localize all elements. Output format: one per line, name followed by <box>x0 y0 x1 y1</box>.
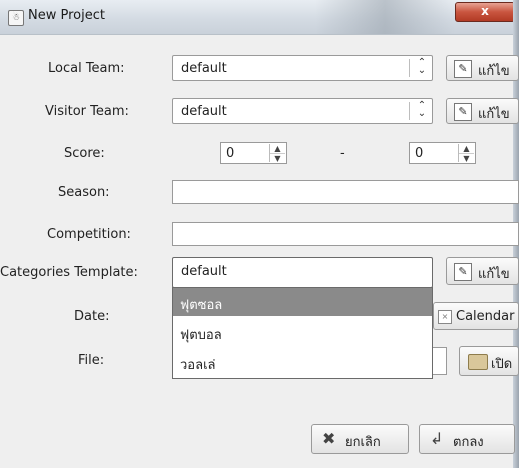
date-label: Date: <box>74 309 110 324</box>
visitor-team-label: Visitor Team: <box>45 104 129 119</box>
season-label: Season: <box>58 185 110 200</box>
local-score-value: 0 <box>226 146 235 161</box>
cancel-icon: ✖ <box>322 429 336 448</box>
season-input[interactable] <box>172 180 519 204</box>
local-team-edit-button[interactable]: ✎ แก้ไข <box>446 55 519 81</box>
cancel-button[interactable]: ✖ ยกเลิก <box>311 424 409 454</box>
pencil-edit-icon: ✎ <box>454 263 472 281</box>
folder-icon <box>468 354 488 370</box>
visitor-score-spinner[interactable]: 0 ▲ ▼ <box>409 142 476 164</box>
spin-up-icon[interactable]: ▲ <box>459 144 474 153</box>
open-label: เปิด <box>491 357 513 372</box>
window-title: New Project <box>28 8 105 23</box>
edit-label: แก้ไข <box>478 107 510 122</box>
close-button[interactable]: x <box>455 2 515 22</box>
visitor-team-edit-button[interactable]: ✎ แก้ไข <box>446 98 519 124</box>
local-score-spinner[interactable]: 0 ▲ ▼ <box>220 142 287 164</box>
categories-template-label: Categories Template: <box>0 265 138 280</box>
local-team-value: default <box>181 61 227 76</box>
dropdown-option[interactable]: วอลเล่ <box>173 348 432 376</box>
spin-down-icon[interactable]: ▼ <box>270 153 285 163</box>
score-label: Score: <box>64 146 105 161</box>
score-separator: - <box>340 146 345 161</box>
title-bar: ☃ New Project x <box>0 0 519 35</box>
cancel-label: ยกเลิก <box>345 435 381 450</box>
categories-template-value: default <box>181 264 227 279</box>
window-icon: ☃ <box>8 10 24 26</box>
combo-separator <box>409 59 410 77</box>
calendar-icon: × <box>438 310 452 324</box>
title-bar-shade <box>315 0 455 34</box>
visitor-team-combo[interactable]: default ⌃ ⌄ <box>172 98 433 124</box>
calendar-label: Calendar <box>456 309 515 324</box>
dropdown-option[interactable]: ฟุตซอล <box>173 288 432 316</box>
visitor-team-value: default <box>181 104 227 119</box>
pencil-edit-icon: ✎ <box>454 103 472 121</box>
ok-button[interactable]: ↲ ตกลง <box>419 424 515 454</box>
combo-separator <box>409 102 410 120</box>
edit-label: แก้ไข <box>478 267 510 282</box>
local-team-combo[interactable]: default ⌃ ⌄ <box>172 55 433 81</box>
open-file-button[interactable]: เปิด <box>459 346 519 376</box>
file-label: File: <box>78 353 105 368</box>
competition-label: Competition: <box>47 227 131 242</box>
spin-down-icon[interactable]: ▼ <box>459 153 474 163</box>
local-team-label: Local Team: <box>48 61 125 76</box>
updown-arrows-icon: ⌃ ⌄ <box>417 100 427 119</box>
ok-return-icon: ↲ <box>430 429 444 448</box>
spin-up-icon[interactable]: ▲ <box>270 144 285 153</box>
categories-template-edit-button[interactable]: ✎ แก้ไข <box>446 257 519 285</box>
competition-input[interactable] <box>172 222 519 246</box>
pencil-edit-icon: ✎ <box>454 60 472 78</box>
calendar-button[interactable]: × Calendar <box>433 302 519 330</box>
ok-label: ตกลง <box>453 435 484 450</box>
categories-template-combo[interactable]: default <box>172 257 433 288</box>
spin-buttons[interactable]: ▲ ▼ <box>458 144 474 163</box>
edit-label: แก้ไข <box>478 64 510 79</box>
dropdown-option[interactable]: ฟุตบอล <box>173 318 432 346</box>
updown-arrows-icon: ⌃ ⌄ <box>417 57 427 76</box>
spin-buttons[interactable]: ▲ ▼ <box>269 144 285 163</box>
categories-template-dropdown: ฟุตซอล ฟุตบอล วอลเล่ <box>172 287 433 379</box>
visitor-score-value: 0 <box>415 146 424 161</box>
